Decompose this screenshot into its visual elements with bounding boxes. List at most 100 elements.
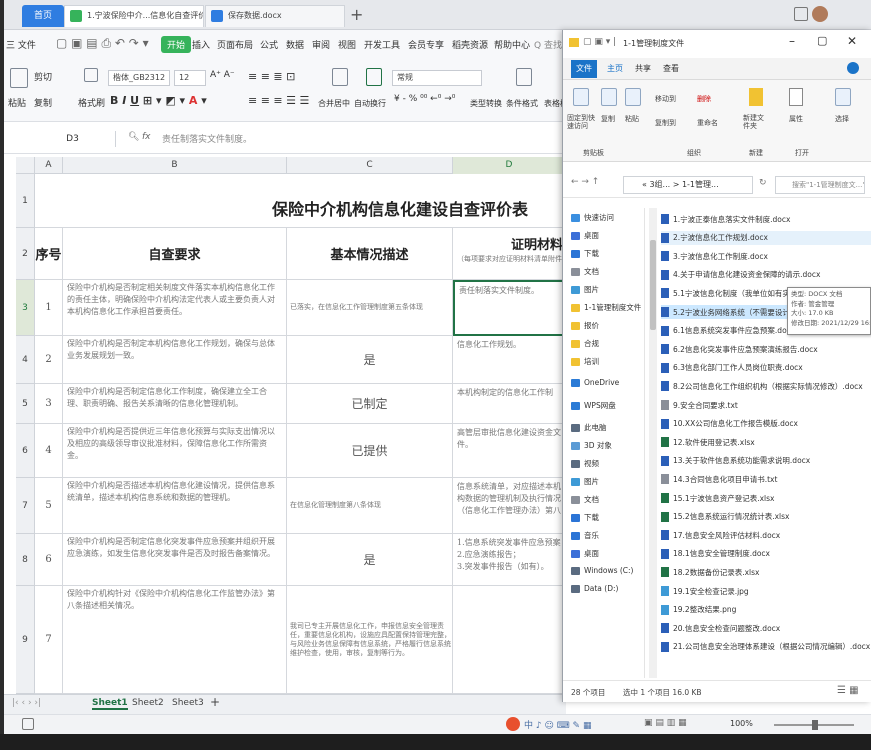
new-folder-icon[interactable] bbox=[749, 88, 763, 106]
file-item[interactable]: 14.3合同信息化项目申请书.txt bbox=[661, 472, 871, 486]
nav-item[interactable]: WPS网盘 bbox=[571, 400, 616, 411]
menu-item-data[interactable]: 数据 bbox=[286, 38, 304, 51]
cell-requirement[interactable]: 保险中介机构是否制定信息化工作制度，确保建立全工合理、职责明确、报告关系清晰的信… bbox=[63, 384, 287, 424]
row-header[interactable]: 8 bbox=[16, 534, 35, 586]
cell-num[interactable]: 2 bbox=[35, 336, 63, 384]
align-icons-2[interactable]: ≡ ≡ ≡ ☰ ☰ bbox=[248, 94, 309, 107]
doc-tab-1[interactable]: 1.宁波保险中介...信息化自查评价表 bbox=[64, 5, 204, 27]
name-box[interactable]: D3 bbox=[30, 131, 116, 147]
doc-tab-2[interactable]: 保存数据.docx bbox=[205, 5, 345, 27]
font-name-select[interactable]: 楷体_GB2312 bbox=[108, 70, 170, 86]
row-header[interactable]: 5 bbox=[16, 384, 35, 424]
file-item[interactable]: 13.关于软件信息系统功能需求说明.docx bbox=[661, 454, 871, 468]
quick-toolbar-icons[interactable]: ▢ ▣ ▾ | bbox=[583, 37, 616, 47]
merge-button[interactable]: 合并居中 bbox=[318, 98, 350, 109]
cell-description[interactable]: 是 bbox=[287, 336, 453, 384]
column-header-c[interactable]: C bbox=[287, 157, 453, 174]
paste-icon[interactable] bbox=[10, 68, 28, 88]
add-sheet-button[interactable]: + bbox=[210, 695, 220, 709]
cell-num[interactable]: 1 bbox=[35, 280, 63, 336]
file-item[interactable]: 6.2信息化突发事件应急预案演练报告.docx bbox=[661, 342, 871, 356]
number-format-icons[interactable]: ¥ - % ⁰⁰ ←⁰ →⁰ bbox=[394, 94, 455, 104]
nav-item[interactable]: 此电脑 bbox=[571, 422, 607, 433]
nav-item[interactable]: 报价 bbox=[571, 320, 599, 331]
explorer-tab-share[interactable]: 共享 bbox=[635, 63, 651, 74]
status-icon[interactable] bbox=[22, 718, 34, 730]
cell-description[interactable]: 我司已专主开展信息化工作，申报信息安全管理责任，重要信息化机构，设施应具配置保持… bbox=[287, 586, 453, 694]
row-header-1[interactable]: 1 bbox=[16, 174, 35, 228]
nav-item[interactable]: 下载 bbox=[571, 512, 599, 523]
avatar[interactable] bbox=[812, 6, 828, 22]
file-item[interactable]: 4.关于申请信息化建设资金保障的请示.docx bbox=[661, 268, 871, 282]
row-header[interactable]: 6 bbox=[16, 424, 35, 478]
column-header-a[interactable]: A bbox=[35, 157, 63, 174]
file-item[interactable]: 6.3信息化部门工作人员岗位职责.docx bbox=[661, 361, 871, 375]
cell-num[interactable]: 5 bbox=[35, 478, 63, 534]
nav-item[interactable]: 合规 bbox=[571, 338, 599, 349]
header-cell-num[interactable]: 序号 bbox=[35, 228, 63, 280]
cond-format-button[interactable]: 条件格式 bbox=[506, 98, 538, 109]
menu-item-formula[interactable]: 公式 bbox=[260, 38, 278, 51]
file-item[interactable]: 10.XX公司信息化工作报告模版.docx bbox=[661, 417, 871, 431]
row-header[interactable]: 9 bbox=[16, 586, 35, 694]
file-item[interactable]: 18.2数据备份记录表.xlsx bbox=[661, 565, 871, 579]
explorer-tab-view[interactable]: 查看 bbox=[663, 63, 679, 74]
refresh-icon[interactable]: ↻ bbox=[759, 178, 767, 188]
cell-requirement[interactable]: 保险中介机构是否制定相关制度文件落实本机构信息化工作的责任主体，明确保险中介机构… bbox=[63, 280, 287, 336]
explorer-tab-home[interactable]: 主页 bbox=[607, 63, 623, 74]
nav-item[interactable]: Data (D:) bbox=[571, 584, 618, 593]
cell-evidence[interactable] bbox=[453, 586, 566, 694]
file-item[interactable]: 9.安全合同要求.txt bbox=[661, 398, 871, 412]
merge-icon[interactable] bbox=[332, 68, 348, 86]
nav-item[interactable]: 桌面 bbox=[571, 230, 599, 241]
font-style-buttons[interactable]: B I U ⊞ ▾ ◩ ▾ A ▾ bbox=[110, 94, 207, 107]
nav-arrows[interactable]: ← → ↑ bbox=[571, 177, 599, 187]
cell-evidence[interactable]: 高管层审批信息化建设资金文件。 bbox=[453, 424, 566, 478]
view-mode-icons[interactable]: ▣ ▤ ▥ ▦ bbox=[644, 718, 687, 728]
convert-button[interactable]: 类型转换 bbox=[470, 98, 502, 109]
nav-scrollbar-thumb[interactable] bbox=[650, 240, 656, 330]
zoom-level[interactable]: 100% bbox=[730, 719, 753, 728]
menu-item-review[interactable]: 审阅 bbox=[312, 38, 330, 51]
pin-button[interactable]: 固定到快速访问 bbox=[567, 114, 597, 130]
formula-input[interactable]: 责任制落实文件制度。 bbox=[162, 132, 252, 145]
nav-item[interactable]: 文档 bbox=[571, 494, 599, 505]
font-grow-icon[interactable]: A⁺ A⁻ bbox=[210, 70, 235, 80]
file-item[interactable]: 2.宁波信息化工作规划.docx bbox=[661, 230, 871, 245]
cell-requirement[interactable]: 保险中介机构针对《保险中介机构信息化工作监管办法》第八条描述相关情况。 bbox=[63, 586, 287, 694]
explorer-tab-file[interactable]: 文件 bbox=[571, 60, 597, 78]
zoom-slider-thumb[interactable] bbox=[812, 720, 818, 730]
rename-button[interactable]: 重命名 bbox=[697, 118, 718, 128]
file-item[interactable]: 19.2整改结果.png bbox=[661, 603, 871, 617]
minimize-button[interactable]: – bbox=[789, 34, 795, 48]
nav-item[interactable]: 视频 bbox=[571, 458, 599, 469]
copy-icon[interactable] bbox=[601, 88, 617, 106]
address-input[interactable]: « 3组... > 1-1管理... bbox=[623, 176, 753, 194]
cell-num[interactable]: 7 bbox=[35, 586, 63, 694]
select-icon[interactable] bbox=[835, 88, 851, 106]
input-method-icons[interactable]: 中 ♪ ☺ ⌨ ✎ ▦ bbox=[524, 718, 591, 731]
properties-icon[interactable] bbox=[789, 88, 803, 106]
file-item[interactable]: 20.信息安全检查问题整改.docx bbox=[661, 621, 871, 635]
copy-to-button[interactable]: 复制到 bbox=[655, 118, 676, 128]
format-painter-icon[interactable] bbox=[84, 68, 98, 82]
copy-button[interactable]: 复制 bbox=[601, 114, 615, 124]
format-painter-button[interactable]: 格式刷 bbox=[78, 96, 105, 109]
close-button[interactable]: ✕ bbox=[847, 34, 857, 48]
file-item[interactable]: 3.宁波信息化工作制度.docx bbox=[661, 249, 871, 263]
cell-requirement[interactable]: 保险中介机构是否制定信息化突发事件应急预案并组织开展应急演练，如发生信息化突发事… bbox=[63, 534, 287, 586]
wps-logo-icon[interactable] bbox=[506, 717, 520, 731]
row-header[interactable]: 3 bbox=[16, 280, 35, 336]
cut-button[interactable]: 剪切 bbox=[34, 70, 52, 83]
move-to-button[interactable]: 移动到 bbox=[655, 94, 676, 104]
file-item[interactable]: 19.1安全检查记录.jpg bbox=[661, 584, 871, 598]
sheet-tab-2[interactable]: Sheet2 bbox=[132, 698, 164, 708]
nav-item[interactable]: 1-1管理制度文件 bbox=[571, 302, 641, 313]
menu-item-insert[interactable]: 插入 bbox=[192, 38, 210, 51]
explorer-search-input[interactable]: 搜索"1-1管理制度文..." bbox=[775, 176, 865, 194]
nav-item[interactable]: 图片 bbox=[571, 476, 599, 487]
menu-item-devtools[interactable]: 开发工具 bbox=[364, 38, 400, 51]
copy-button[interactable]: 复制 bbox=[34, 96, 52, 109]
home-tab[interactable]: 首页 bbox=[22, 5, 64, 27]
cell-description[interactable]: 已提供 bbox=[287, 424, 453, 478]
